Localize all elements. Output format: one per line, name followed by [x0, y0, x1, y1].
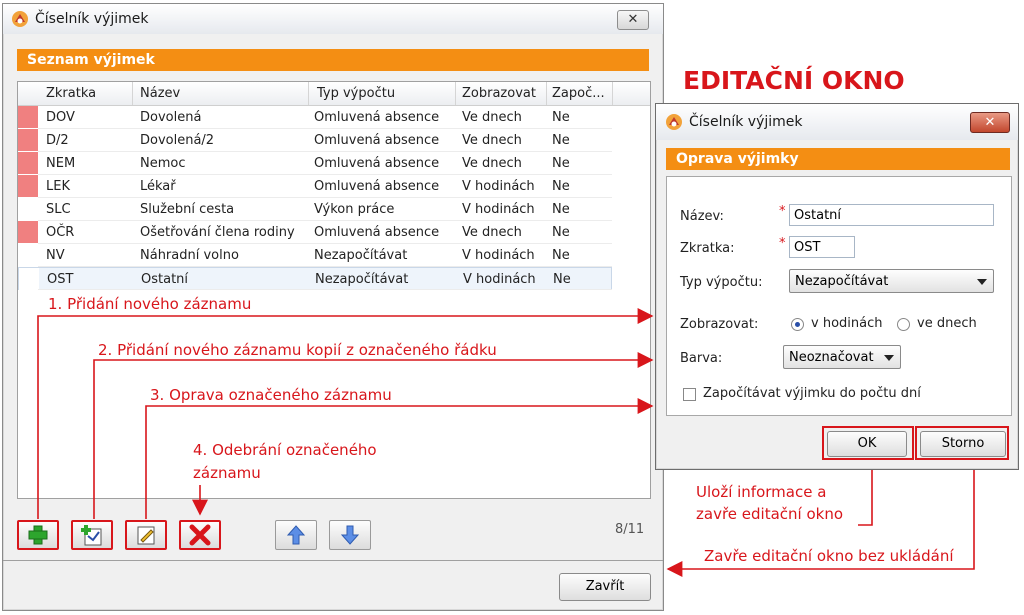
edit-app-icon	[666, 114, 682, 130]
color-select[interactable]: Neoznačovat	[783, 345, 901, 369]
chevron-down-icon	[977, 279, 987, 285]
edit-window-title: Číselník výjimek	[689, 114, 803, 130]
type-select-value: Nezapočítávat	[795, 274, 889, 289]
radio-days[interactable]	[897, 318, 910, 331]
code-label: Zkratka:	[680, 241, 735, 256]
radio-hours-label[interactable]: v hodinách	[811, 316, 882, 331]
edit-titlebar[interactable]: Číselník výjimek ✕	[656, 104, 1018, 140]
color-label: Barva:	[680, 351, 723, 366]
storno-highlight	[915, 426, 1009, 460]
edit-form: Název: * Ostatní Zkratka: * OST Typ výpo…	[666, 176, 1012, 416]
color-select-value: Neoznačovat	[789, 350, 874, 365]
code-field[interactable]: OST	[789, 236, 855, 258]
count-days-label[interactable]: Započítávat výjimku do počtu dní	[703, 386, 921, 401]
ok-highlight	[822, 426, 914, 460]
radio-hours[interactable]	[791, 318, 804, 331]
code-required-mark: *	[779, 236, 786, 251]
name-field[interactable]: Ostatní	[789, 204, 994, 226]
count-days-checkbox[interactable]	[683, 388, 696, 401]
name-required-mark: *	[779, 204, 786, 219]
chevron-down-icon	[884, 355, 894, 361]
edit-window: Číselník výjimek ✕ Oprava výjimky Název:…	[655, 103, 1019, 470]
type-label: Typ výpočtu:	[680, 275, 763, 290]
edit-close-button[interactable]: ✕	[970, 112, 1010, 133]
edit-section-header: Oprava výjimky	[666, 148, 1010, 170]
radio-days-label[interactable]: ve dnech	[917, 316, 977, 331]
display-label: Zobrazovat:	[680, 317, 759, 332]
type-select[interactable]: Nezapočítávat	[789, 269, 994, 293]
name-label: Název:	[680, 209, 724, 224]
